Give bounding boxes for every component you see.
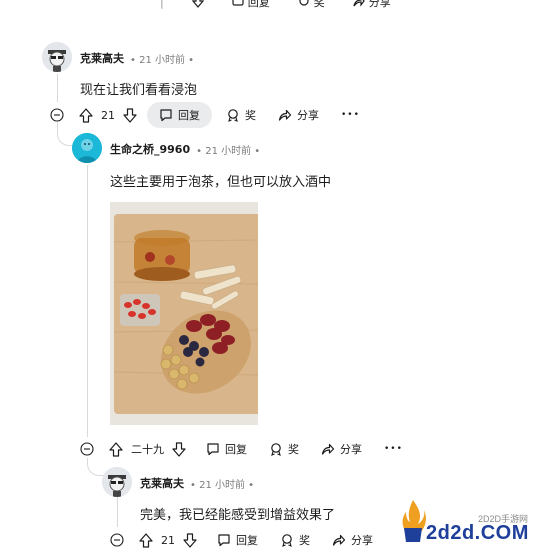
thread-curve-reply2 xyxy=(87,461,104,476)
reply-button[interactable]: 回复 xyxy=(198,436,255,462)
vote-group: 21 xyxy=(79,107,137,123)
award-button[interactable]: 奖 xyxy=(272,527,318,553)
share-icon xyxy=(321,443,335,455)
share-button[interactable]: 分享 xyxy=(324,527,381,553)
more-icon: ••• xyxy=(384,444,403,454)
downvote-icon[interactable] xyxy=(172,441,186,457)
timestamp: • 21 小时前 • xyxy=(196,145,261,157)
comment-icon xyxy=(207,443,219,456)
comment-image[interactable] xyxy=(110,202,258,425)
vote-group: 21 xyxy=(139,532,197,548)
more-icon: ••• xyxy=(341,110,360,120)
award-button[interactable]: 奖 xyxy=(261,436,307,462)
vote-group: 二十九 xyxy=(109,441,186,457)
collapse-icon[interactable] xyxy=(49,107,65,123)
share-label: 分享 xyxy=(297,109,319,122)
upvote-icon[interactable] xyxy=(79,107,93,123)
award-button[interactable]: 奖 xyxy=(218,102,264,128)
award-label: 奖 xyxy=(299,534,310,547)
vote-count: 21 xyxy=(101,108,115,122)
comment-header: 克莱高夫 • 21 小时前 • xyxy=(80,50,194,66)
vote-count: 二十九 xyxy=(131,443,164,456)
award-label: 奖 xyxy=(288,443,299,456)
reply-label: 回复 xyxy=(247,0,270,9)
reply-label: 回复 xyxy=(178,109,200,122)
reply-button[interactable]: 回复 xyxy=(209,527,266,553)
divider-glyph: | xyxy=(160,0,164,9)
share-button[interactable]: 分享 xyxy=(313,436,370,462)
timestamp: • 21 小时前 • xyxy=(190,479,255,491)
reply-label: 回复 xyxy=(225,443,247,456)
downvote-icon[interactable] xyxy=(183,532,197,548)
watermark-text: 2d2d.COM xyxy=(426,522,529,544)
share-button-top[interactable]: 分享 xyxy=(353,0,391,10)
avatar[interactable] xyxy=(42,42,72,72)
award-label: 奖 xyxy=(245,109,256,122)
award-button-top[interactable]: 奖 xyxy=(298,0,325,10)
thread-line-level3 xyxy=(117,497,118,527)
comment-actions: 二十九 回复 奖 分享 ••• xyxy=(79,436,411,462)
comment-text: 这些主要用于泡茶，但也可以放入酒中 xyxy=(110,175,332,190)
award-icon xyxy=(228,109,238,122)
thread-line-level1 xyxy=(57,74,58,102)
more-options-button[interactable]: ••• xyxy=(376,436,411,462)
site-watermark: 2D2D手游网 2d2d.COM xyxy=(390,494,550,552)
reply-button[interactable]: 回复 xyxy=(147,102,212,128)
reply-button-top[interactable]: 回复 xyxy=(232,0,270,10)
username[interactable]: 生命之桥_9960 xyxy=(110,141,190,157)
share-label: 分享 xyxy=(340,443,362,456)
top-partial-actions: | 回复 奖 分享 xyxy=(160,0,420,12)
collapse-icon[interactable] xyxy=(79,441,95,457)
upvote-icon[interactable] xyxy=(139,532,153,548)
username[interactable]: 克莱高夫 xyxy=(80,50,124,66)
comment-header: 克莱高夫 • 21 小时前 • xyxy=(140,475,254,491)
reply-label: 回复 xyxy=(236,534,258,547)
downvote-icon[interactable] xyxy=(123,107,137,123)
avatar[interactable] xyxy=(72,133,102,163)
flame-logo-icon xyxy=(402,500,426,542)
share-button[interactable]: 分享 xyxy=(270,102,327,128)
award-label: 奖 xyxy=(313,0,325,9)
username[interactable]: 克莱高夫 xyxy=(140,475,184,491)
comment-actions: 21 回复 奖 分享 xyxy=(109,527,381,553)
timestamp: • 21 小时前 • xyxy=(130,54,195,66)
collapse-icon[interactable] xyxy=(109,532,125,548)
share-label: 分享 xyxy=(351,534,373,547)
upvote-icon[interactable] xyxy=(109,441,123,457)
award-icon xyxy=(271,443,281,456)
award-icon xyxy=(282,534,292,547)
thread-line-level2 xyxy=(87,165,88,437)
comment-text: 现在让我们看看浸泡 xyxy=(80,83,198,98)
share-icon xyxy=(332,534,346,546)
share-label: 分享 xyxy=(368,0,391,9)
comment-header: 生命之桥_9960 • 21 小时前 • xyxy=(110,141,260,157)
share-icon xyxy=(278,109,292,121)
comment-icon xyxy=(160,109,172,122)
comment-icon xyxy=(218,534,230,547)
downvote-icon[interactable] xyxy=(191,0,204,8)
comment-text: 完美，我已经能感受到增益效果了 xyxy=(140,508,336,523)
more-options-button[interactable]: ••• xyxy=(333,102,368,128)
avatar[interactable] xyxy=(102,467,132,497)
comment-actions: 21 回复 奖 分享 ••• xyxy=(49,102,368,128)
vote-count: 21 xyxy=(161,533,175,547)
